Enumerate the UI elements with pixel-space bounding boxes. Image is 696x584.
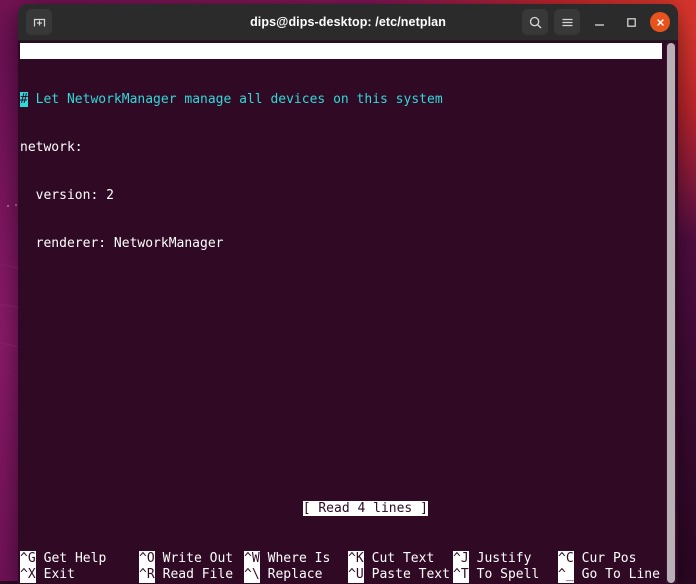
close-icon[interactable] [650, 12, 670, 32]
shortcut-key-code: ^W [244, 551, 260, 567]
shortcut-key-code: ^G [20, 551, 36, 567]
nano-shortcut-bar: ^GGet Help ^OWrite Out ^WWhere Is ^KCut … [20, 551, 650, 583]
editor-line-text: version: 2 [20, 188, 114, 203]
shortcut-key-label: Justify [469, 551, 532, 567]
shortcut-cur-pos[interactable]: ^CCur Pos [558, 551, 636, 567]
nano-status-message: [ Read 4 lines ] [18, 485, 650, 533]
terminal-scrollbar[interactable] [666, 43, 676, 583]
shortcut-key-code: ^C [558, 551, 574, 567]
shortcut-key-label: Where Is [260, 551, 331, 567]
window-titlebar: dips@dips-desktop: /etc/netplan [18, 4, 678, 41]
new-tab-icon[interactable] [26, 9, 52, 35]
shortcut-key-label: Write Out [155, 551, 233, 567]
shortcut-key-code: ^O [139, 551, 155, 567]
nano-header-bar: GNU nano 4.8 01-network-manager-all.yaml [20, 43, 662, 59]
editor-line: network: [20, 140, 664, 156]
shortcut-write-out[interactable]: ^OWrite Out [139, 551, 244, 567]
search-icon[interactable] [522, 9, 548, 35]
nano-shortcut-row-1: ^GGet Help ^OWrite Out ^WWhere Is ^KCut … [20, 551, 650, 567]
window-controls [522, 9, 678, 35]
editor-line: version: 2 [20, 188, 664, 204]
shortcut-key-label: Get Help [36, 551, 107, 567]
text-cursor: # [20, 92, 28, 107]
shortcut-key-code: ^K [348, 551, 364, 567]
shortcut-where-is[interactable]: ^WWhere Is [244, 551, 348, 567]
editor-line: renderer: NetworkManager [20, 236, 664, 252]
minimize-icon[interactable] [586, 9, 612, 35]
editor-line: # Let NetworkManager manage all devices … [20, 92, 664, 108]
wallpaper-speck [7, 205, 9, 207]
editor-line-text: network: [20, 140, 83, 155]
shortcut-key-label: Cur Pos [574, 551, 637, 567]
wallpaper-speck [15, 204, 17, 206]
editor-line-text: renderer: NetworkManager [20, 236, 224, 251]
terminal-window: dips@dips-desktop: /etc/netplan [18, 4, 678, 584]
terminal-scrollbar-thumb[interactable] [667, 43, 675, 583]
shortcut-key-code: ^J [453, 551, 469, 567]
shortcut-get-help[interactable]: ^GGet Help [20, 551, 139, 567]
terminal-content[interactable]: GNU nano 4.8 01-network-manager-all.yaml… [18, 41, 678, 584]
editor-line-text: Let NetworkManager manage all devices on… [28, 92, 443, 107]
shortcut-key-label: Cut Text [364, 551, 435, 567]
shortcut-cut-text[interactable]: ^KCut Text [348, 551, 453, 567]
hamburger-menu-icon[interactable] [554, 9, 580, 35]
shortcut-justify[interactable]: ^JJustify [453, 551, 558, 567]
nano-status-text: [ Read 4 lines ] [303, 501, 428, 516]
maximize-icon[interactable] [618, 9, 644, 35]
